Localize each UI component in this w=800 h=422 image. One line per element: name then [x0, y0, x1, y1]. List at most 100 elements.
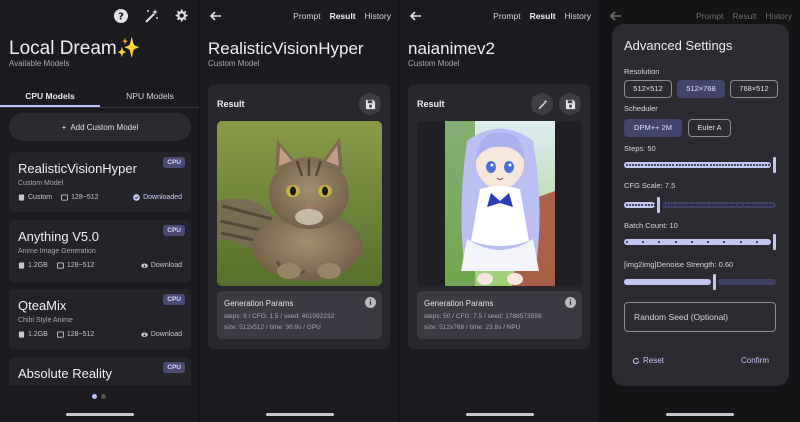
svg-text:?: ? — [118, 12, 124, 23]
slider-tick — [712, 204, 715, 206]
cpu-badge: CPU — [163, 225, 185, 236]
download-button[interactable]: Download — [141, 262, 182, 269]
add-custom-model-button[interactable]: + Add Custom Model — [9, 113, 191, 141]
scheduler-chip-dpm[interactable]: DPM++ 2M — [624, 119, 682, 137]
slider-ticks — [626, 164, 774, 166]
steps-slider[interactable] — [624, 157, 776, 173]
download-status: Download — [150, 262, 182, 269]
slider-tick — [737, 204, 740, 206]
slider-tick — [706, 164, 709, 166]
save-button[interactable] — [559, 93, 581, 115]
page-dot — [101, 394, 106, 399]
magic-wand-icon — [538, 99, 547, 109]
home-indicator — [666, 413, 734, 416]
slider-tick — [681, 204, 684, 206]
model-card-realisticvisionhyper[interactable]: RealisticVisionHyper Custom Model CPU Cu… — [9, 152, 191, 212]
slider-tick — [650, 204, 653, 206]
denoise-strength-slider[interactable] — [624, 274, 776, 290]
cfg-scale-slider[interactable] — [624, 197, 776, 213]
batch-count-slider[interactable] — [624, 234, 776, 250]
nav-history[interactable]: History — [365, 11, 391, 21]
magic-wand-button[interactable] — [531, 93, 553, 115]
slider-tick — [690, 164, 693, 166]
help-icon[interactable]: ? — [113, 8, 129, 24]
slider-thumb[interactable] — [773, 234, 776, 250]
reset-button[interactable]: Reset — [632, 356, 664, 365]
model-card-absolute-reality[interactable]: Absolute Reality CPU — [9, 357, 191, 385]
model-description: Custom Model — [18, 180, 64, 187]
denoise-strength-label: [img2img]Denoise Strength: 0.60 — [624, 260, 734, 269]
back-arrow-icon[interactable] — [208, 8, 224, 24]
model-tabs: CPU Models NPU Models — [0, 86, 199, 108]
slider-tick — [715, 204, 718, 206]
model-name: Anything V5.0 — [18, 229, 99, 244]
slider-tick — [725, 204, 727, 206]
slider-tick — [678, 164, 681, 166]
model-title: RealisticVisionHyper — [208, 39, 364, 58]
slider-tick — [626, 164, 628, 166]
slider-thumb[interactable] — [773, 157, 776, 173]
magic-wand-icon[interactable] — [143, 8, 159, 24]
slider-tick — [656, 164, 659, 166]
tab-npu-models[interactable]: NPU Models — [100, 86, 199, 107]
random-seed-input[interactable]: Random Seed (Optional) — [624, 302, 776, 332]
nav-result[interactable]: Result — [330, 11, 356, 21]
back-arrow-icon[interactable] — [408, 8, 424, 24]
reset-label: Reset — [643, 356, 664, 365]
slider-tick — [638, 164, 641, 166]
resolution-chip-512x768[interactable]: 512×768 — [677, 80, 725, 98]
nav-history[interactable]: History — [565, 11, 591, 21]
slider-tick — [737, 164, 740, 166]
result-title: Result — [217, 99, 245, 109]
download-button[interactable]: Download — [141, 331, 182, 338]
result-card: Result — [208, 84, 390, 349]
info-icon[interactable]: i — [365, 297, 376, 308]
generated-image-cat[interactable] — [217, 121, 382, 286]
slider-tick — [771, 204, 774, 206]
home-indicator — [266, 413, 334, 416]
model-card-anything-v5[interactable]: Anything V5.0 Anime Image Generation CPU… — [9, 220, 191, 282]
slider-thumb[interactable] — [713, 274, 716, 290]
slider-tick — [626, 241, 628, 243]
scheduler-chip-euler-a[interactable]: Euler A — [688, 119, 731, 137]
nav-prompt[interactable]: Prompt — [493, 11, 520, 21]
info-icon[interactable]: i — [565, 297, 576, 308]
gear-icon[interactable] — [173, 8, 189, 24]
model-meta: Custom 128~512 Downloaded — [18, 194, 182, 201]
cloud-download-icon — [141, 332, 148, 338]
slider-tick — [707, 241, 710, 243]
slider-tick — [734, 204, 737, 206]
slider-tick — [759, 204, 762, 206]
nav-prompt[interactable]: Prompt — [293, 11, 320, 21]
generated-image-anime[interactable] — [417, 121, 582, 286]
slider-tick — [675, 204, 678, 206]
page-indicator — [92, 394, 106, 399]
home-toolbar: ? — [113, 8, 189, 24]
home-screen: ? Local Dream✨ Available Models CPU Mode… — [0, 0, 200, 422]
model-resolution: 128~512 — [66, 331, 95, 338]
save-button[interactable] — [359, 93, 381, 115]
model-card-qteamix[interactable]: QteaMix Chibi Style Anime CPU 1.2GB 128~… — [9, 289, 191, 349]
slider-thumb[interactable] — [657, 197, 660, 213]
model-meta: 1.2GB 128~512 Download — [18, 262, 182, 269]
slider-tick — [644, 204, 647, 206]
resolution-chip-768x512[interactable]: 768×512 — [730, 80, 778, 98]
slider-tick — [743, 204, 746, 206]
nav-result[interactable]: Result — [530, 11, 556, 21]
params-line-1: steps: 50 / CFG: 7.5 / seed: 1788573599 — [424, 313, 542, 320]
resolution-chip-512x512[interactable]: 512×512 — [624, 80, 672, 98]
tab-cpu-models[interactable]: CPU Models — [0, 86, 100, 107]
confirm-button[interactable]: Confirm — [741, 356, 769, 365]
slider-tick — [703, 204, 706, 206]
params-title: Generation Params — [424, 299, 494, 308]
slider-tick — [690, 204, 693, 206]
model-meta: 1.2GB 128~512 Download — [18, 331, 182, 338]
slider-tick — [684, 204, 687, 206]
model-description: Anime Image Generation — [18, 248, 96, 255]
storage-icon — [18, 262, 25, 269]
slider-tick — [746, 204, 749, 206]
slider-ticks — [626, 241, 774, 243]
slider-tick — [755, 204, 758, 206]
slider-tick — [709, 204, 712, 206]
slider-tick — [663, 204, 666, 206]
